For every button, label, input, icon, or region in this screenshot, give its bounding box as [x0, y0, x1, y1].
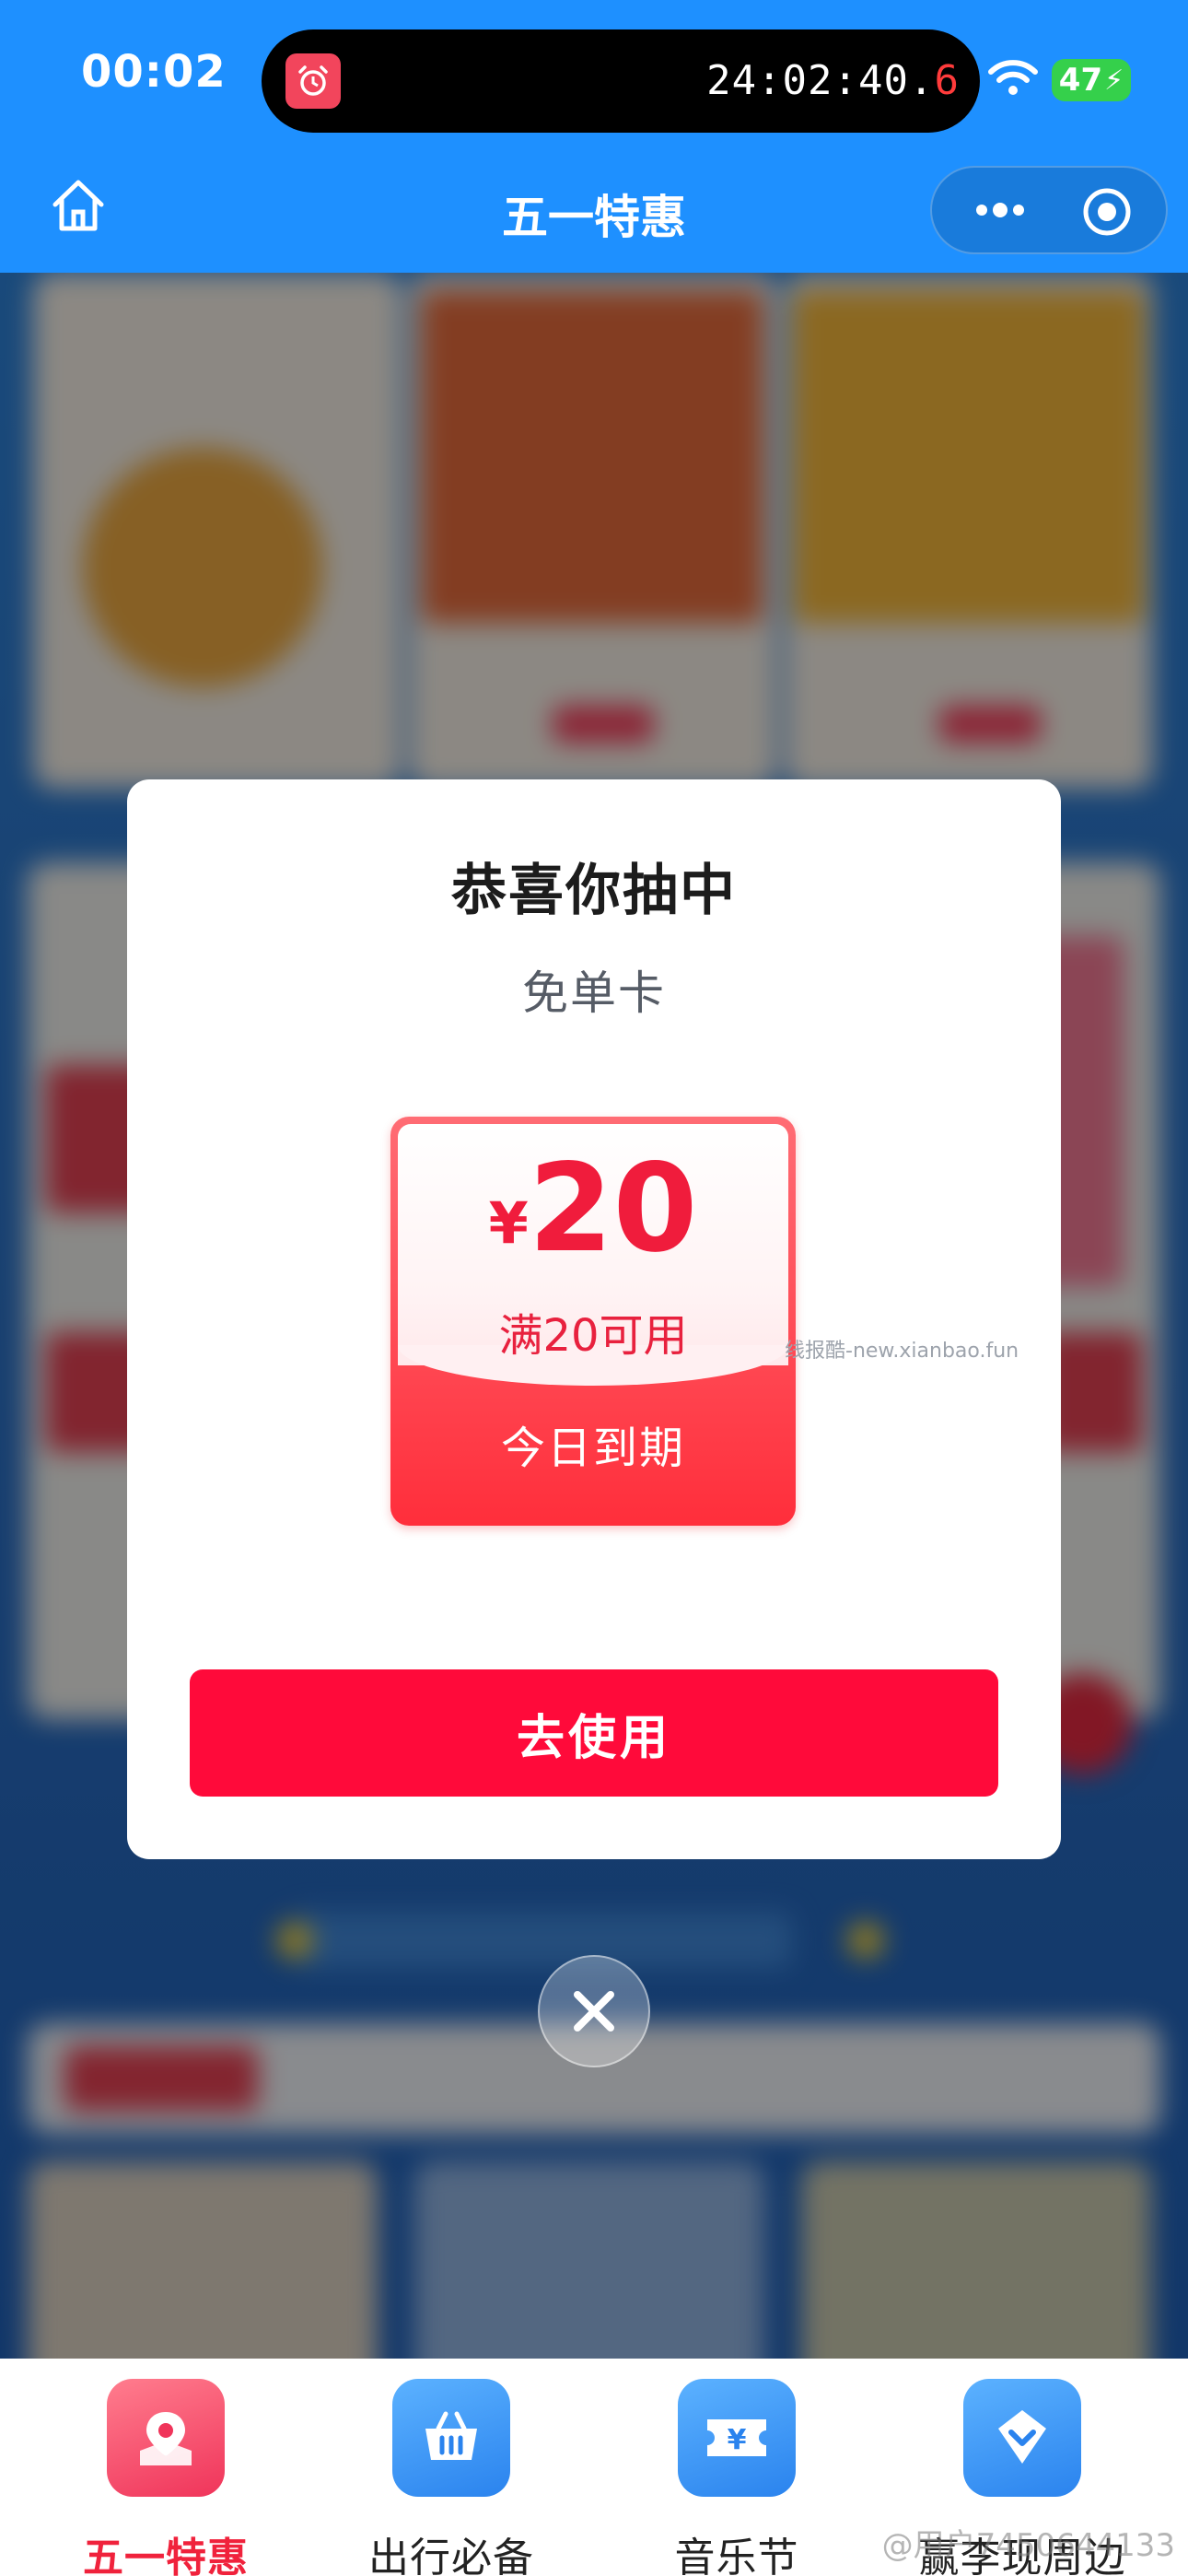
prize-modal: 恭喜你抽中 免单卡 ¥20 满20可用 今日到期 去使用	[127, 779, 1061, 1859]
charging-bolt-icon: ⚡	[1104, 64, 1124, 97]
diamond-icon	[963, 2379, 1081, 2497]
coupon-amount: ¥20	[488, 1138, 698, 1280]
nav-bar: 五一特惠	[0, 147, 1188, 273]
coupon-expiry: 今日到期	[500, 1423, 685, 1474]
close-icon	[574, 1991, 614, 2032]
tab-may-day-deals[interactable]: 五一特惠	[28, 2379, 304, 2576]
status-bar: 00:02 24:02:40.6 47 ⚡	[0, 0, 1188, 147]
modal-subtitle: 免单卡	[522, 966, 666, 1020]
ticket-icon: ¥	[678, 2379, 796, 2497]
alarm-clock-icon	[285, 53, 341, 109]
tab-label: 出行必备	[368, 2535, 534, 2576]
tab-travel-essentials[interactable]: 出行必备	[313, 2379, 589, 2576]
dynamic-island: 24:02:40.6	[262, 29, 980, 133]
coupon-face: ¥20 满20可用	[398, 1124, 788, 1386]
free-order-coupon: ¥20 满20可用 今日到期	[390, 1117, 796, 1526]
close-miniprogram-icon[interactable]	[1081, 186, 1133, 238]
watermark-text: 线报酷-new.xianbao.fun	[785, 1340, 1019, 1363]
tab-music-festival[interactable]: ¥ 音乐节	[599, 2379, 875, 2576]
modal-title: 恭喜你抽中	[451, 859, 737, 923]
tab-label: 五一特惠	[83, 2535, 249, 2576]
bottom-tab-bar: 五一特惠 出行必备 ¥ 音乐节 赢李现周边 @用户7450644133	[0, 2359, 1188, 2576]
coupon-condition: 满20可用	[498, 1310, 688, 1362]
close-modal-button[interactable]	[538, 1955, 650, 2067]
battery-indicator: 47 ⚡	[1052, 59, 1131, 101]
use-coupon-button[interactable]: 去使用	[190, 1669, 998, 1797]
svg-text:¥: ¥	[728, 2424, 747, 2456]
more-icon[interactable]	[973, 199, 1028, 221]
wifi-icon	[987, 57, 1039, 101]
clock: 00:02	[81, 46, 227, 98]
countdown-timer: 24:02:40.6	[706, 57, 960, 104]
mini-program-capsule	[930, 166, 1168, 254]
map-pin-icon	[107, 2379, 225, 2497]
weibo-credit: @用户7450644133	[881, 2527, 1175, 2564]
tab-label: 音乐节	[674, 2535, 799, 2576]
basket-icon	[392, 2379, 510, 2497]
